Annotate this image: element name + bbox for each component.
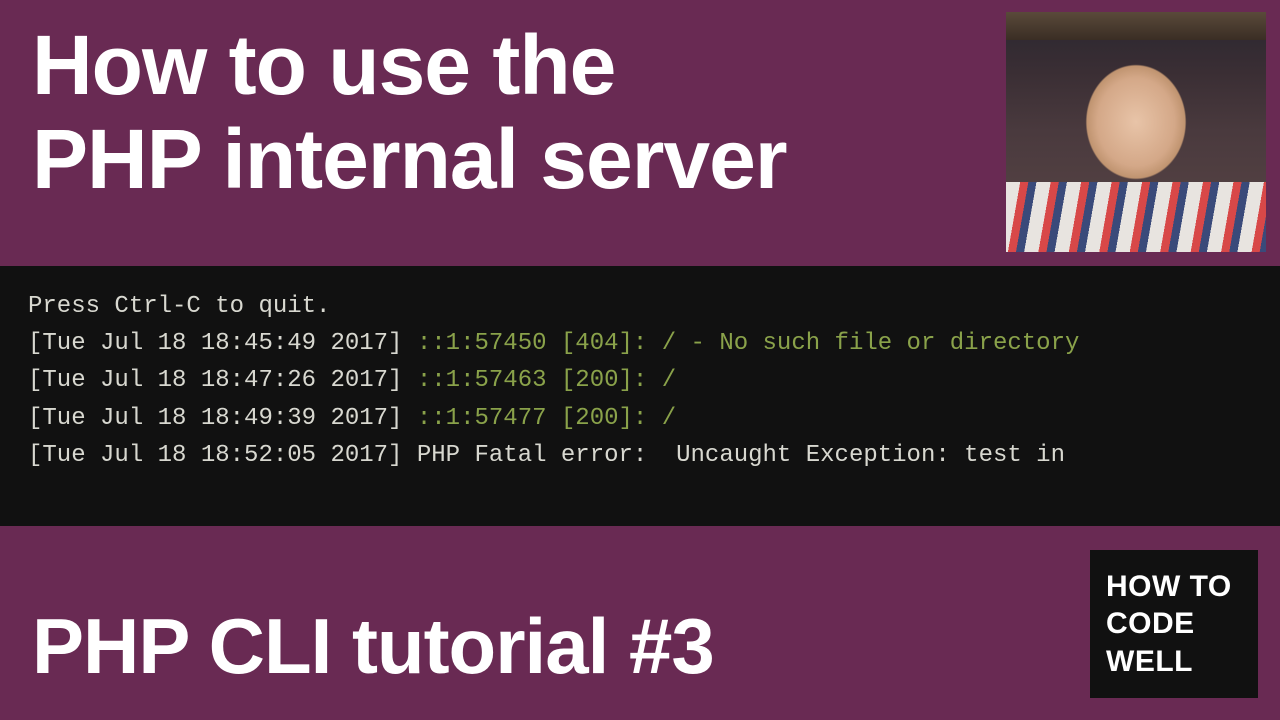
main-title-line1: How to use the [32,18,980,112]
series-subtitle: PHP CLI tutorial #3 [32,601,714,692]
log-request: ::1:57477 [200]: / [417,405,676,432]
log-timestamp: [Tue Jul 18 18:45:49 2017] [28,330,417,357]
presenter-webcam [1006,12,1266,252]
brand-badge: HOW TO CODE WELL [1090,550,1258,698]
terminal-instruction: Press Ctrl-C to quit. [28,288,1252,325]
title-block: How to use the PHP internal server [32,18,980,206]
terminal-log-line: [Tue Jul 18 18:52:05 2017] PHP Fatal err… [28,437,1252,474]
presenter-shirt [1006,182,1266,252]
log-timestamp: [Tue Jul 18 18:49:39 2017] [28,405,417,432]
badge-line2: CODE [1106,605,1195,643]
terminal-output: Press Ctrl-C to quit.[Tue Jul 18 18:45:4… [0,266,1280,526]
terminal-log-line: [Tue Jul 18 18:45:49 2017] ::1:57450 [40… [28,325,1252,362]
terminal-log-line: [Tue Jul 18 18:47:26 2017] ::1:57463 [20… [28,362,1252,399]
main-title-line2: PHP internal server [32,112,980,206]
terminal-log-line: [Tue Jul 18 18:49:39 2017] ::1:57477 [20… [28,400,1252,437]
background-shelf [1006,12,1266,40]
badge-line3: WELL [1106,643,1193,681]
badge-line1: HOW TO [1106,568,1232,606]
log-timestamp: [Tue Jul 18 18:52:05 2017] [28,442,417,469]
subtitle-block: PHP CLI tutorial #3 [32,601,714,692]
log-timestamp: [Tue Jul 18 18:47:26 2017] [28,367,417,394]
log-request: ::1:57463 [200]: / [417,367,676,394]
log-request: ::1:57450 [404]: / - No such file or dir… [417,330,1080,357]
log-message: PHP Fatal error: Uncaught Exception: tes… [417,442,1065,469]
